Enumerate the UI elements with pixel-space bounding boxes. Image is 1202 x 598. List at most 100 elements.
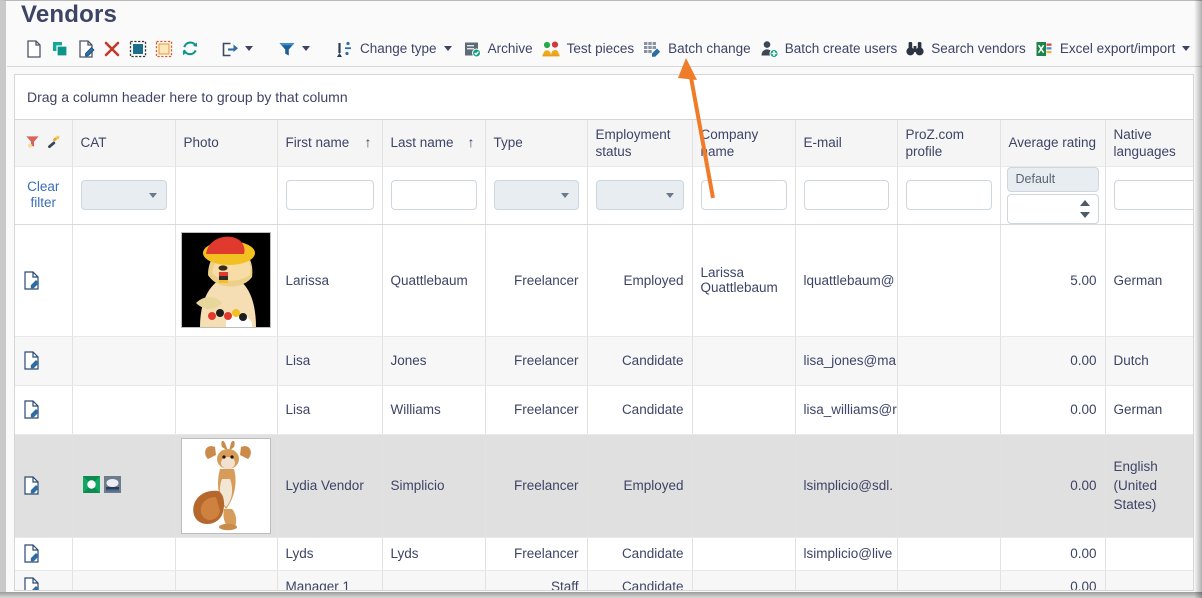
change-type-icon [334, 39, 354, 59]
filter-average-rating-cell: Default [1000, 166, 1106, 225]
table-row[interactable]: Manager 1 Staff Candidate 0.00 [15, 570, 1193, 590]
header-cat[interactable]: CAT [72, 120, 176, 167]
excel-export-import-label: Excel export/import [1059, 41, 1176, 56]
filter-employment-status-combo[interactable] [595, 180, 684, 210]
row-first-name: Lydia Vendor [277, 434, 383, 538]
edit-row-icon[interactable] [23, 270, 64, 290]
row-edit-cell[interactable] [15, 336, 73, 386]
batch-change-label: Batch change [668, 41, 751, 56]
row-employment-status: Candidate [587, 570, 693, 590]
batch-create-users-button[interactable]: Batch create users [756, 35, 903, 63]
clear-filter-link[interactable]: Clear filter [19, 179, 68, 211]
row-average-rating: 0.00 [1000, 336, 1106, 386]
header-proz-profile[interactable]: ProZ.com profile [897, 120, 1001, 167]
filter-type-combo[interactable] [493, 180, 579, 210]
table-row[interactable]: Lisa Jones Freelancer Candidate lisa_jon… [15, 336, 1193, 386]
filter-last-name-cell [382, 166, 486, 225]
spinner-up-icon[interactable] [1079, 199, 1090, 206]
chevron-down-icon[interactable] [443, 46, 452, 51]
header-last-name[interactable]: ↑ Last name [382, 120, 486, 167]
edit-row-icon[interactable] [23, 400, 64, 419]
edit-row-icon[interactable] [23, 544, 64, 563]
export-button[interactable] [217, 35, 260, 63]
header-employment-status[interactable]: Employment status [587, 120, 693, 167]
row-last-name: Williams [382, 385, 486, 435]
test-pieces-button[interactable]: Test pieces [538, 35, 640, 63]
table-row[interactable]: Lyds Lyds Freelancer Candidate lsimplici… [15, 537, 1193, 571]
edit-row-icon[interactable] [23, 476, 64, 495]
table-row-selected[interactable]: Lydia Vendor Simplicio Freelancer Employ… [15, 434, 1193, 538]
filter-email-input[interactable] [803, 180, 889, 210]
sort-ascending-icon: ↑ [364, 134, 372, 151]
edit-row-icon[interactable] [23, 351, 64, 370]
header-first-name[interactable]: ↑ First name [277, 120, 383, 167]
row-native-languages [1105, 570, 1193, 590]
filter-company-name-input[interactable] [700, 180, 787, 210]
table-row[interactable]: Lisa Williams Freelancer Candidate lisa_… [15, 385, 1193, 435]
row-edit-cell[interactable] [15, 434, 73, 538]
filter-last-name-input[interactable] [390, 180, 477, 210]
window-shadow [1194, 0, 1202, 598]
row-proz-profile [897, 570, 1001, 590]
filter-average-rating-value[interactable] [1006, 193, 1099, 223]
filter-cat-combo[interactable] [80, 180, 167, 210]
export-icon [220, 39, 240, 59]
row-company-name [692, 537, 796, 571]
row-cat-cell [72, 570, 176, 590]
new-document-button[interactable] [21, 35, 47, 63]
filter-button[interactable] [274, 35, 317, 63]
row-edit-cell[interactable] [15, 570, 73, 590]
refresh-button[interactable] [177, 35, 203, 63]
search-vendors-button[interactable]: Search vendors [902, 35, 1031, 63]
row-type: Staff [485, 570, 588, 590]
select-all-button[interactable] [125, 35, 151, 63]
filter-first-name-input[interactable] [285, 180, 374, 210]
filter-native-languages-cell [1105, 166, 1193, 225]
header-average-rating[interactable]: Average rating [1000, 120, 1106, 167]
archive-button[interactable]: Archive [459, 35, 538, 63]
spinner-down-icon[interactable] [1079, 211, 1090, 218]
group-by-panel[interactable]: Drag a column header here to group by th… [14, 74, 1194, 119]
row-proz-profile [897, 336, 1001, 386]
gray-cloud-icon [103, 475, 121, 493]
header-photo[interactable]: Photo [175, 120, 278, 167]
filter-average-rating-mode[interactable]: Default [1006, 166, 1099, 192]
header-email[interactable]: E-mail [795, 120, 898, 167]
header-filter-tools [15, 120, 73, 167]
deselect-all-button[interactable] [151, 35, 177, 63]
chevron-down-icon[interactable] [302, 46, 310, 51]
filter-average-rating-spinner[interactable]: Default [1006, 166, 1099, 223]
table-row[interactable]: Larissa Quattlebaum Freelancer Employed … [15, 224, 1193, 337]
edit-document-button[interactable] [73, 35, 99, 63]
clear-filter-funnel-icon[interactable] [25, 134, 40, 149]
filter-proz-profile-input[interactable] [905, 180, 992, 210]
edit-row-icon[interactable] [23, 577, 64, 590]
clear-filter-cell[interactable]: Clear filter [15, 166, 73, 225]
row-edit-cell[interactable] [15, 224, 73, 337]
row-email [795, 570, 898, 590]
chevron-down-icon[interactable] [1182, 46, 1191, 51]
change-type-button[interactable]: Change type [331, 35, 459, 63]
avatar [181, 437, 271, 534]
row-email: lquattlebaum@ [795, 224, 898, 337]
test-pieces-label: Test pieces [566, 41, 635, 56]
row-cat-cell [72, 434, 176, 538]
row-edit-cell[interactable] [15, 385, 73, 435]
header-native-languages[interactable]: Native languages [1105, 120, 1193, 167]
excel-export-import-button[interactable]: Excel export/import [1031, 35, 1198, 63]
row-email: lisa_williams@r [795, 385, 898, 435]
delete-button[interactable] [99, 35, 125, 63]
batch-change-button[interactable]: Batch change [639, 35, 756, 63]
header-type[interactable]: Type [485, 120, 588, 167]
row-proz-profile [897, 537, 1001, 571]
chevron-down-icon[interactable] [245, 46, 253, 51]
row-first-name: Lyds [277, 537, 383, 571]
color-report-button[interactable] [1197, 35, 1202, 63]
row-last-name [382, 570, 486, 590]
row-employment-status: Candidate [587, 537, 693, 571]
duplicate-button[interactable] [47, 35, 73, 63]
filter-native-languages-input[interactable] [1113, 180, 1193, 210]
filter-wizard-icon[interactable] [46, 134, 61, 149]
row-edit-cell[interactable] [15, 537, 73, 571]
header-company-name[interactable]: Company name [692, 120, 796, 167]
